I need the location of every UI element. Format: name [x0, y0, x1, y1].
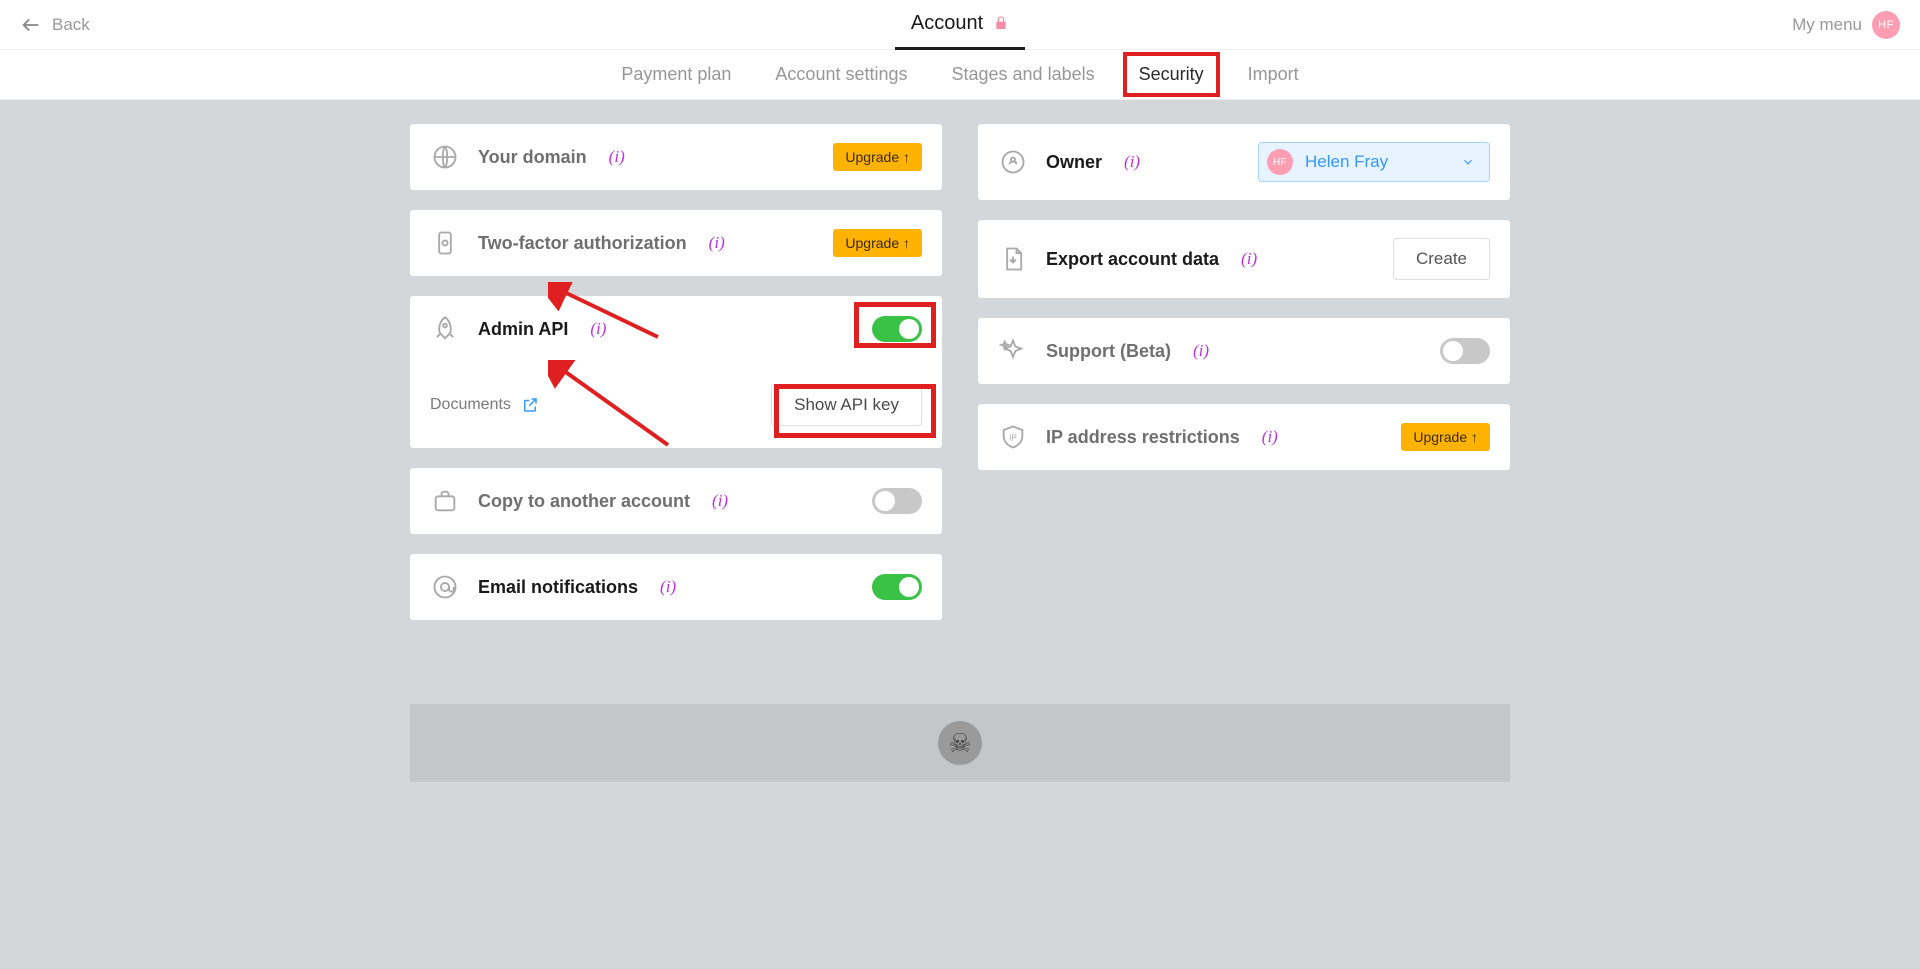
- right-column: Owner i HF Helen Fray Export account dat…: [978, 124, 1510, 620]
- page-title-container: Account: [895, 0, 1025, 50]
- sparkle-icon: [999, 337, 1027, 365]
- card-title: Export account data: [1046, 249, 1219, 270]
- arrow-left-icon: [20, 14, 42, 36]
- back-label: Back: [52, 15, 90, 35]
- card-your-domain: Your domain i Upgrade ↑: [410, 124, 942, 190]
- avatar[interactable]: HF: [1872, 11, 1900, 39]
- owner-name: Helen Fray: [1305, 152, 1388, 172]
- user-icon: [999, 148, 1027, 176]
- card-title: Your domain: [478, 147, 587, 168]
- info-icon[interactable]: i: [709, 233, 725, 253]
- my-menu-link[interactable]: My menu: [1792, 15, 1862, 35]
- globe-icon: [431, 143, 459, 171]
- email-notifications-toggle[interactable]: [872, 574, 922, 600]
- info-icon[interactable]: i: [1241, 249, 1257, 269]
- briefcase-icon: [431, 487, 459, 515]
- card-two-factor: Two-factor authorization i Upgrade ↑: [410, 210, 942, 276]
- device-icon: [431, 229, 459, 257]
- skull-icon: ☠: [938, 721, 982, 765]
- card-title: Support (Beta): [1046, 341, 1171, 362]
- card-title: Copy to another account: [478, 491, 690, 512]
- left-column: Your domain i Upgrade ↑ Two-factor autho…: [410, 124, 942, 620]
- tab-security[interactable]: Security: [1131, 54, 1212, 95]
- copy-account-toggle[interactable]: [872, 488, 922, 514]
- card-title: IP address restrictions: [1046, 427, 1240, 448]
- info-icon[interactable]: i: [590, 319, 606, 339]
- card-title: Two-factor authorization: [478, 233, 687, 254]
- svg-text:IP: IP: [1009, 434, 1017, 443]
- show-api-key-button[interactable]: Show API key: [771, 384, 922, 426]
- card-admin-api: Admin API i Documents Show API key: [410, 296, 942, 448]
- tab-payment-plan[interactable]: Payment plan: [613, 54, 739, 95]
- card-export-data: Export account data i Create: [978, 220, 1510, 298]
- subtabs: Payment plan Account settings Stages and…: [0, 50, 1920, 100]
- card-owner: Owner i HF Helen Fray: [978, 124, 1510, 200]
- card-support-beta: Support (Beta) i: [978, 318, 1510, 384]
- info-icon[interactable]: i: [609, 147, 625, 167]
- chevron-down-icon: [1461, 155, 1475, 169]
- download-file-icon: [999, 245, 1027, 273]
- upgrade-button[interactable]: Upgrade ↑: [1401, 423, 1490, 451]
- card-ip-restrictions: IP IP address restrictions i Upgrade ↑: [978, 404, 1510, 470]
- tab-stages-labels[interactable]: Stages and labels: [944, 54, 1103, 95]
- documents-link[interactable]: Documents: [430, 396, 539, 414]
- tab-import[interactable]: Import: [1240, 54, 1307, 95]
- rocket-icon: [431, 315, 459, 343]
- owner-select[interactable]: HF Helen Fray: [1258, 142, 1490, 182]
- support-toggle[interactable]: [1440, 338, 1490, 364]
- info-icon[interactable]: i: [1262, 427, 1278, 447]
- upgrade-button[interactable]: Upgrade ↑: [833, 143, 922, 171]
- info-icon[interactable]: i: [660, 577, 676, 597]
- card-copy-account: Copy to another account i: [410, 468, 942, 534]
- upgrade-button[interactable]: Upgrade ↑: [833, 229, 922, 257]
- avatar: HF: [1267, 149, 1293, 175]
- card-title: Owner: [1046, 152, 1102, 173]
- at-sign-icon: [431, 573, 459, 601]
- admin-api-toggle[interactable]: [872, 316, 922, 342]
- info-icon[interactable]: i: [1124, 152, 1140, 172]
- card-title: Email notifications: [478, 577, 638, 598]
- tab-account-settings[interactable]: Account settings: [767, 54, 915, 95]
- shield-icon: IP: [999, 423, 1027, 451]
- external-link-icon: [521, 396, 539, 414]
- page-title: Account: [911, 12, 983, 35]
- card-email-notifications: Email notifications i: [410, 554, 942, 620]
- danger-zone-bar[interactable]: ☠: [410, 704, 1510, 782]
- lock-icon: [993, 15, 1009, 31]
- card-title: Admin API: [478, 319, 568, 340]
- info-icon[interactable]: i: [712, 491, 728, 511]
- back-button[interactable]: Back: [20, 14, 240, 36]
- create-export-button[interactable]: Create: [1393, 238, 1490, 280]
- documents-label: Documents: [430, 396, 511, 414]
- info-icon[interactable]: i: [1193, 341, 1209, 361]
- topbar: Back Account My menu HF: [0, 0, 1920, 50]
